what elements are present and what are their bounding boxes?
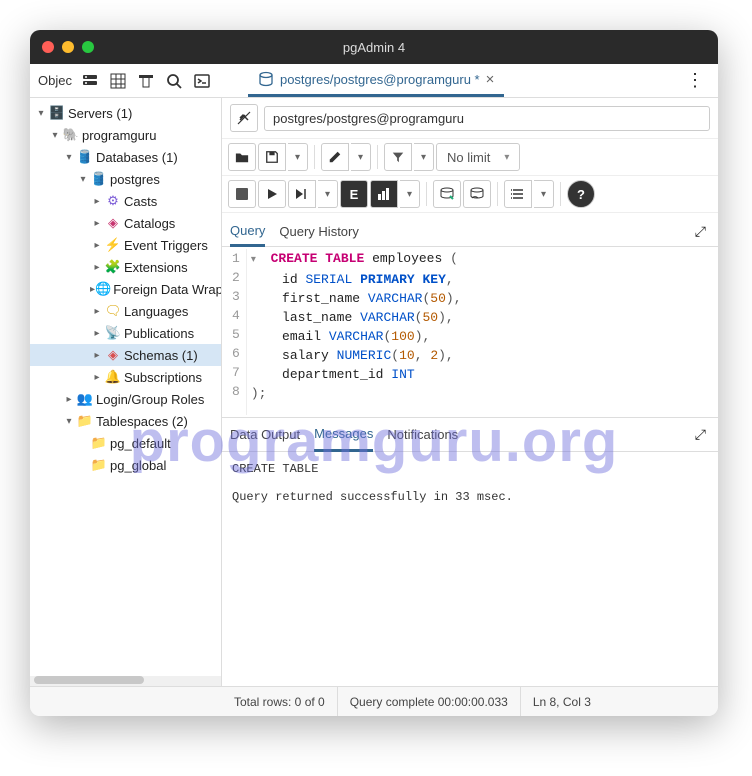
tab-close[interactable]: × <box>486 71 495 88</box>
edit-dropdown[interactable]: ▾ <box>351 143 371 171</box>
tree-roles[interactable]: ▸👥Login/Group Roles <box>30 388 221 410</box>
explain-analyze-button[interactable] <box>370 180 398 208</box>
elephant-icon: 🐘 <box>62 127 80 143</box>
database-icon <box>258 71 274 87</box>
sidebar-scrollbar[interactable] <box>30 676 221 686</box>
status-rows: Total rows: 0 of 0 <box>222 687 338 716</box>
triggers-icon: ⚡ <box>104 237 122 253</box>
explain-button[interactable]: E <box>340 180 368 208</box>
tablespaces-icon: 📁 <box>76 413 94 429</box>
languages-icon: 🗨 <box>104 303 122 319</box>
status-cursor: Ln 8, Col 3 <box>521 687 603 716</box>
execute-button[interactable] <box>258 180 286 208</box>
tree-catalogs[interactable]: ▸◈Catalogs <box>30 212 221 234</box>
subscriptions-icon: 🔔 <box>104 369 122 385</box>
database-icon: 🛢️ <box>90 171 108 187</box>
tree-db[interactable]: ▾🛢️postgres <box>30 168 221 190</box>
sql-editor[interactable]: 1234 5678 ▾ CREATE TABLE employees ( id … <box>222 247 718 417</box>
tab-data-output[interactable]: Data Output <box>230 419 300 450</box>
search-icon[interactable] <box>164 68 190 94</box>
roles-icon: 👥 <box>76 391 94 407</box>
tab-messages[interactable]: Messages <box>314 418 373 452</box>
publications-icon: 📡 <box>104 325 122 341</box>
tree-pgglobal[interactable]: ▸📁pg_global <box>30 454 221 476</box>
filter-dropdown[interactable]: ▾ <box>414 143 434 171</box>
tree-event-triggers[interactable]: ▸⚡Event Triggers <box>30 234 221 256</box>
tree-casts[interactable]: ▸⚙Casts <box>30 190 221 212</box>
tree-publications[interactable]: ▸📡Publications <box>30 322 221 344</box>
tree-schemas[interactable]: ▸◈Schemas (1) <box>30 344 221 366</box>
folder-icon: 📁 <box>90 457 108 473</box>
tab-query-history[interactable]: Query History <box>279 218 358 245</box>
tree-tablespaces[interactable]: ▾📁Tablespaces (2) <box>30 410 221 432</box>
fdw-icon: 🌐 <box>95 281 111 297</box>
database-icon: 🛢️ <box>76 149 94 165</box>
macros-button[interactable] <box>504 180 532 208</box>
servers-icon: 🗄️ <box>48 105 66 121</box>
object-explorer-label: Objec <box>38 73 78 88</box>
status-bar: Total rows: 0 of 0 Query complete 00:00:… <box>30 686 718 716</box>
tree-subscriptions[interactable]: ▸🔔Subscriptions <box>30 366 221 388</box>
casts-icon: ⚙ <box>104 193 122 209</box>
code-area[interactable]: ▾ CREATE TABLE employees ( id SERIAL PRI… <box>247 249 462 415</box>
execute-arrow-button[interactable] <box>288 180 316 208</box>
menu-button[interactable]: ⋮ <box>680 70 710 91</box>
tab-notifications[interactable]: Notifications <box>387 419 458 450</box>
rollback-button[interactable] <box>463 180 491 208</box>
messages-panel: CREATE TABLE Query returned successfully… <box>222 452 718 686</box>
grid-icon[interactable] <box>108 68 134 94</box>
tree-databases[interactable]: ▾🛢️Databases (1) <box>30 146 221 168</box>
expand-editor[interactable]: ⤢ <box>691 221 710 242</box>
window-title: pgAdmin 4 <box>30 40 718 55</box>
status-complete: Query complete 00:00:00.033 <box>338 687 521 716</box>
catalogs-icon: ◈ <box>104 215 122 231</box>
object-tree[interactable]: ▾🗄️Servers (1) ▾🐘programguru ▾🛢️Database… <box>30 98 221 676</box>
stop-button[interactable] <box>228 180 256 208</box>
titlebar: pgAdmin 4 <box>30 30 718 64</box>
line-gutter: 1234 5678 <box>222 249 247 415</box>
macros-dropdown[interactable]: ▾ <box>534 180 554 208</box>
tree-server[interactable]: ▾🐘programguru <box>30 124 221 146</box>
commit-button[interactable] <box>433 180 461 208</box>
server-icon[interactable] <box>80 68 106 94</box>
tree-servers[interactable]: ▾🗄️Servers (1) <box>30 102 221 124</box>
open-file-button[interactable] <box>228 143 256 171</box>
save-dropdown[interactable]: ▾ <box>288 143 308 171</box>
connection-input[interactable] <box>264 106 710 131</box>
tree-pgdefault[interactable]: ▸📁pg_default <box>30 432 221 454</box>
execute-dropdown[interactable]: ▾ <box>318 180 338 208</box>
expand-output[interactable]: ⤢ <box>691 424 710 445</box>
tree-fdw[interactable]: ▸🌐Foreign Data Wrappers <box>30 278 221 300</box>
folder-icon: 📁 <box>90 435 108 451</box>
save-button[interactable] <box>258 143 286 171</box>
filter-icon[interactable] <box>136 68 162 94</box>
tree-extensions[interactable]: ▸🧩Extensions <box>30 256 221 278</box>
help-button[interactable]: ? <box>567 180 595 208</box>
tab-label: postgres/postgres@programguru * <box>280 72 480 87</box>
query-tab[interactable]: postgres/postgres@programguru * × <box>248 65 504 97</box>
filter-button[interactable] <box>384 143 412 171</box>
terminal-icon[interactable] <box>192 68 218 94</box>
edit-button[interactable] <box>321 143 349 171</box>
extensions-icon: 🧩 <box>104 259 122 275</box>
tree-languages[interactable]: ▸🗨Languages <box>30 300 221 322</box>
connection-status-icon[interactable] <box>230 104 258 132</box>
explain-dropdown[interactable]: ▾ <box>400 180 420 208</box>
limit-select[interactable]: No limit▾ <box>436 143 520 171</box>
schemas-icon: ◈ <box>104 347 122 363</box>
tab-query[interactable]: Query <box>230 217 265 247</box>
